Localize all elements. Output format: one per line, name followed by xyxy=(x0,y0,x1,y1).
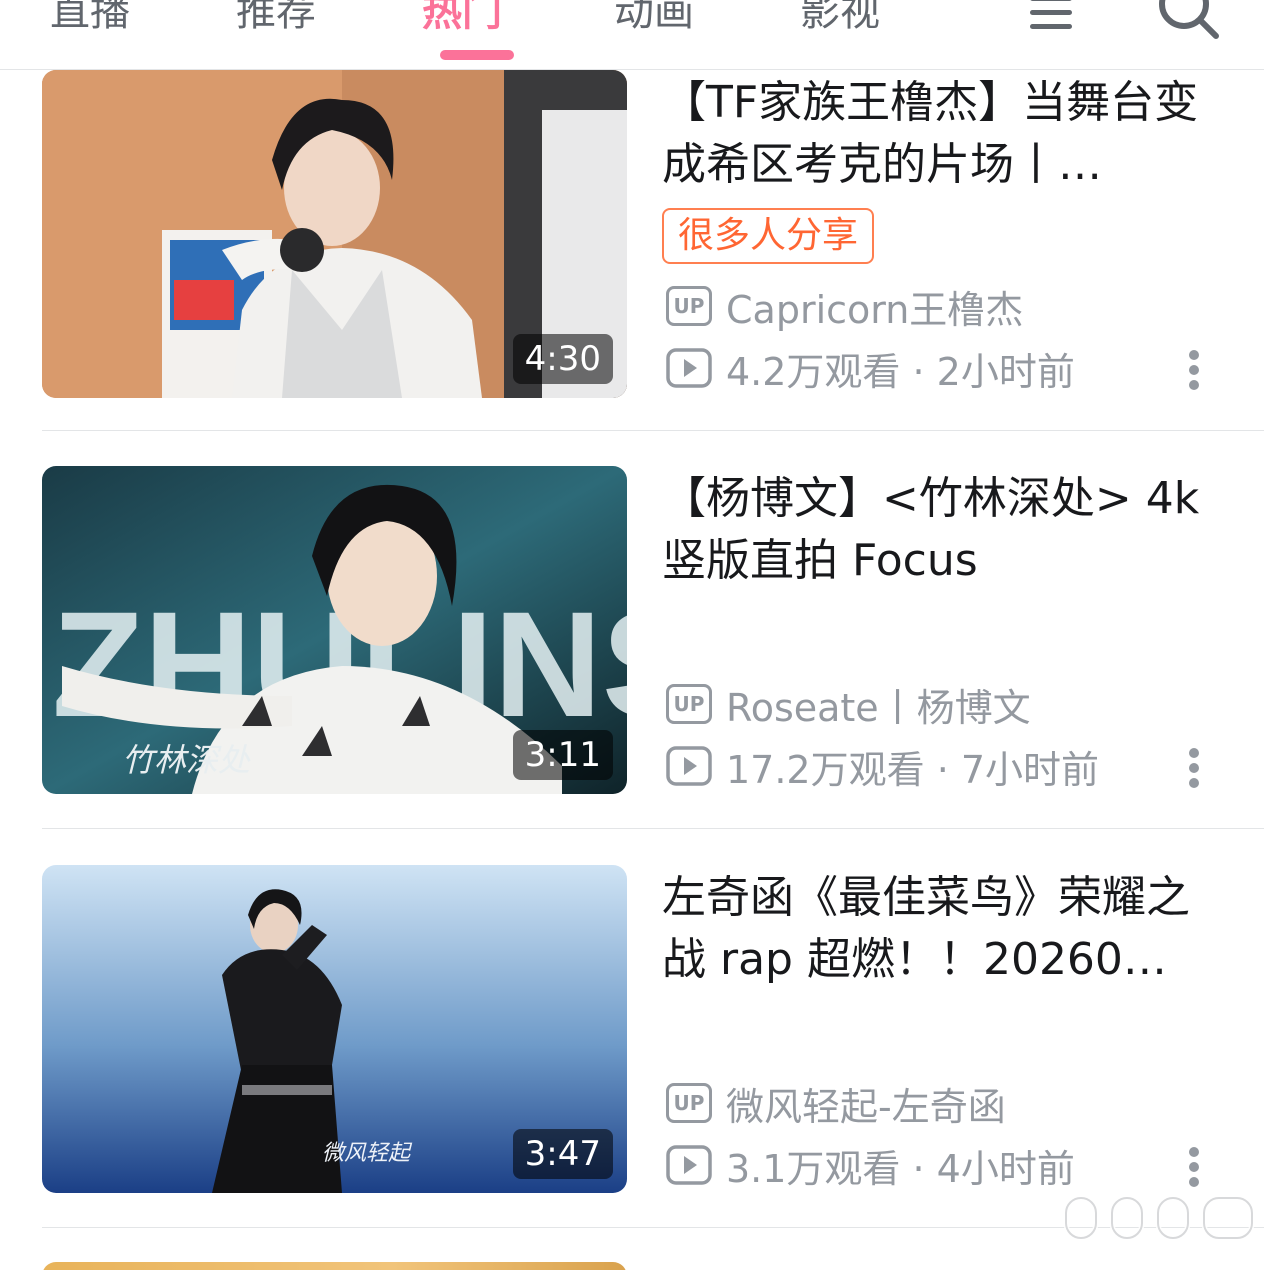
thumbnail-caption: 微风轻起 xyxy=(322,1141,413,1166)
tab-fade-overlay xyxy=(960,0,1020,40)
uploader-row[interactable]: UP Capricorn王橹杰 xyxy=(666,282,1023,332)
more-dot xyxy=(1189,365,1199,375)
video-thumbnail[interactable]: ZHULINSHENCHU 竹林深处 3:11 xyxy=(42,466,627,794)
search-icon[interactable] xyxy=(1156,0,1220,40)
up-icon: UP xyxy=(666,684,712,724)
video-card[interactable]: 4:30 【TF家族王橹杰】当舞台变成希区考克的片场丨… 很多人分享 UP Ca… xyxy=(0,70,1264,470)
next-video-thumbnail-peek[interactable] xyxy=(42,1262,627,1270)
more-dot xyxy=(1189,763,1199,773)
play-count-icon xyxy=(666,348,712,388)
stats-row: 17.2万观看 · 7小时前 xyxy=(666,742,1099,792)
tab-recommend[interactable]: 推荐 xyxy=(236,0,316,40)
video-title[interactable]: 【杨博文】<竹林深处> 4k竖版直拍 Focus xyxy=(662,468,1222,592)
tab-popular[interactable]: 热门 xyxy=(422,0,502,40)
video-card[interactable]: ZHULINSHENCHU 竹林深处 3:11 【杨博文】<竹林深处> 4k竖版… xyxy=(0,466,1264,866)
active-tab-indicator xyxy=(440,50,514,60)
uploader-row[interactable]: UP 微风轻起-左奇函 xyxy=(666,1079,1006,1129)
top-tab-bar: 直播 推荐 热门 动画 影视 xyxy=(0,0,1264,70)
video-title[interactable]: 左奇函《最佳菜鸟》荣耀之战 rap 超燃！！20260… xyxy=(662,867,1222,991)
more-dot xyxy=(1189,1177,1199,1187)
uploader-name[interactable]: Roseate丨杨博文 xyxy=(726,677,1031,732)
watermark-logo xyxy=(1063,1195,1255,1241)
stats-row: 3.1万观看 · 4小时前 xyxy=(666,1141,1075,1191)
menu-icon[interactable] xyxy=(1030,0,1072,30)
card-divider xyxy=(42,430,1264,431)
more-dot xyxy=(1189,778,1199,788)
video-duration: 3:47 xyxy=(512,1129,613,1179)
video-duration: 4:30 xyxy=(512,334,613,384)
tab-movies[interactable]: 影视 xyxy=(800,0,880,40)
video-stats: 17.2万观看 · 7小时前 xyxy=(726,747,1100,792)
up-icon: UP xyxy=(666,286,712,326)
up-icon: UP xyxy=(666,1083,712,1123)
more-options-button[interactable] xyxy=(1180,744,1208,792)
tab-live[interactable]: 直播 xyxy=(50,0,130,40)
card-divider xyxy=(42,828,1264,829)
video-thumbnail[interactable]: 4:30 xyxy=(42,70,627,398)
play-count-icon xyxy=(666,746,712,786)
video-thumbnail[interactable]: 微风轻起 3:47 xyxy=(42,865,627,1193)
more-vertical-icon xyxy=(1189,350,1199,360)
uploader-name[interactable]: 微风轻起-左奇函 xyxy=(726,1076,1006,1131)
thumbnail-caption: 竹林深处 xyxy=(122,741,251,779)
stats-row: 4.2万观看 · 2小时前 xyxy=(666,344,1075,394)
more-vertical-icon xyxy=(1189,1147,1199,1157)
tab-anime[interactable]: 动画 xyxy=(614,0,694,40)
more-options-button[interactable] xyxy=(1180,346,1208,394)
share-badge: 很多人分享 xyxy=(662,208,875,264)
more-vertical-icon xyxy=(1189,748,1199,758)
more-dot xyxy=(1189,380,1199,390)
video-title[interactable]: 【TF家族王橹杰】当舞台变成希区考克的片场丨… xyxy=(662,72,1222,196)
uploader-name[interactable]: Capricorn王橹杰 xyxy=(726,279,1023,334)
video-stats: 3.1万观看 · 4小时前 xyxy=(726,1146,1075,1191)
video-duration: 3:11 xyxy=(512,730,613,780)
more-options-button[interactable] xyxy=(1180,1143,1208,1191)
more-dot xyxy=(1189,1162,1199,1172)
uploader-row[interactable]: UP Roseate丨杨博文 xyxy=(666,680,1031,730)
play-count-icon xyxy=(666,1145,712,1185)
video-stats: 4.2万观看 · 2小时前 xyxy=(726,349,1075,394)
